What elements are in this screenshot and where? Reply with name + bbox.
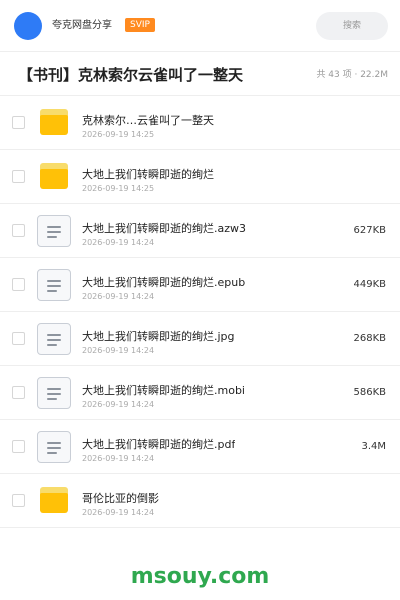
select-checkbox[interactable] [12,170,25,183]
file-date: 2026-09-19 14:24 [82,400,155,409]
file-size: 586KB [353,387,386,398]
file-name: 大地上我们转瞬即逝的绚烂 [82,168,214,181]
file-list: 克林索尔…云雀叫了一整天 2026-09-19 14:25 大地上我们转瞬即逝的… [0,96,400,528]
search-input[interactable]: 搜索 [316,12,388,40]
svip-badge: SVIP [125,18,155,32]
document-icon [37,215,71,247]
file-name: 大地上我们转瞬即逝的绚烂.epub [82,276,246,289]
folder-icon [40,487,68,513]
select-checkbox[interactable] [12,224,25,237]
document-icon [37,377,71,409]
file-date: 2026-09-19 14:24 [82,238,155,247]
folder-icon [40,163,68,189]
watermark: msouy.com [130,564,270,589]
file-name: 大地上我们转瞬即逝的绚烂.mobi [82,384,245,397]
list-item[interactable]: 哥伦比亚的倒影 2026-09-19 14:24 [0,474,400,528]
file-size: 449KB [353,279,386,290]
file-date: 2026-09-19 14:24 [82,454,155,463]
file-date: 2026-09-19 14:24 [82,346,155,355]
file-size: 3.4M [361,441,386,452]
file-date: 2026-09-19 14:25 [82,130,155,139]
file-name: 大地上我们转瞬即逝的绚烂.azw3 [82,222,247,235]
list-item[interactable]: 大地上我们转瞬即逝的绚烂.epub 2026-09-19 14:24 449KB [0,258,400,312]
file-date: 2026-09-19 14:25 [82,184,155,193]
select-checkbox[interactable] [12,278,25,291]
file-name: 哥伦比亚的倒影 [82,492,159,505]
file-date: 2026-09-19 14:24 [82,292,155,301]
list-item[interactable]: 大地上我们转瞬即逝的绚烂.mobi 2026-09-19 14:24 586KB [0,366,400,420]
file-date: 2026-09-19 14:24 [82,508,155,517]
document-icon [37,431,71,463]
document-icon [37,269,71,301]
select-checkbox[interactable] [12,386,25,399]
file-size: 268KB [353,333,386,344]
list-item[interactable]: 大地上我们转瞬即逝的绚烂.jpg 2026-09-19 14:24 268KB [0,312,400,366]
folder-title-bar: 【书刊】克林索尔云雀叫了一整天 共 43 项 · 22.2M [0,52,400,96]
select-checkbox[interactable] [12,494,25,507]
list-item[interactable]: 大地上我们转瞬即逝的绚烂.azw3 2026-09-19 14:24 627KB [0,204,400,258]
avatar[interactable] [14,12,42,40]
list-item[interactable]: 大地上我们转瞬即逝的绚烂.pdf 2026-09-19 14:24 3.4M [0,420,400,474]
folder-stats: 共 43 项 · 22.2M [316,70,388,80]
file-name: 大地上我们转瞬即逝的绚烂.pdf [82,438,236,451]
select-checkbox[interactable] [12,332,25,345]
list-item[interactable]: 大地上我们转瞬即逝的绚烂 2026-09-19 14:25 [0,150,400,204]
file-name: 大地上我们转瞬即逝的绚烂.jpg [82,330,235,343]
document-icon [37,323,71,355]
select-checkbox[interactable] [12,440,25,453]
app-name: 夸克网盘分享 [52,20,112,31]
app-header: 夸克网盘分享 SVIP 搜索 [0,0,400,52]
folder-icon [40,109,68,135]
file-size: 627KB [353,225,386,236]
file-name: 克林索尔…云雀叫了一整天 [82,114,214,127]
select-checkbox[interactable] [12,116,25,129]
page-title: 【书刊】克林索尔云雀叫了一整天 [18,66,244,84]
list-item[interactable]: 克林索尔…云雀叫了一整天 2026-09-19 14:25 [0,96,400,150]
